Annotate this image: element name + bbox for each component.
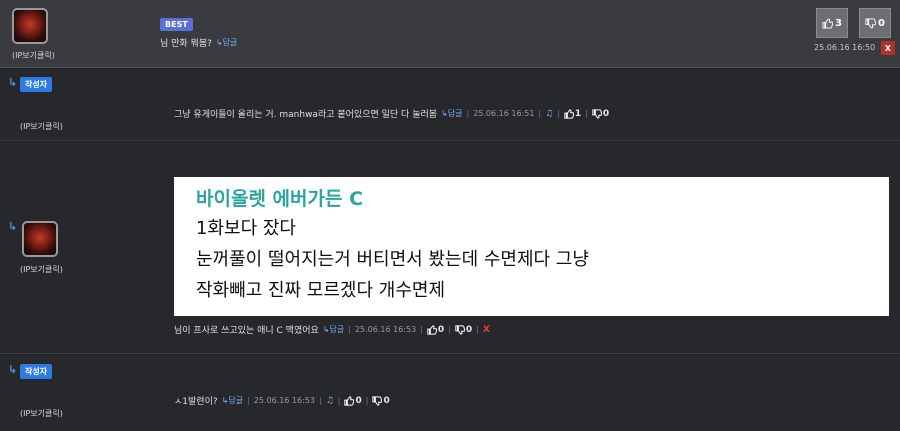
avatar[interactable] — [22, 221, 58, 257]
upvote-button[interactable]: 0 — [427, 325, 444, 335]
delete-button[interactable]: X — [881, 41, 895, 55]
downvote-button[interactable]: 0 — [592, 109, 609, 119]
comment-text: 님 만화 뭐봄? — [160, 39, 212, 49]
upvote-count: 0 — [355, 395, 362, 406]
downvote-count: 0 — [878, 17, 885, 29]
timestamp: 25.06.16 16:51 — [473, 109, 535, 118]
thumbs-down-icon — [865, 17, 877, 29]
downvote-count: 0 — [465, 324, 473, 335]
ip-view-link[interactable]: (IP보기클릭) — [20, 264, 63, 275]
comment-text: ㅅ1발련이? — [174, 397, 218, 407]
image-line: 작화빼고 진짜 모르겠다 개수면제 — [196, 280, 446, 301]
thumbs-down-icon — [592, 108, 602, 119]
upvote-count: 1 — [574, 108, 582, 119]
ip-view-link[interactable]: (IP보기클릭) — [20, 408, 63, 419]
timestamp: 25.06.16 16:50 — [814, 43, 876, 52]
reply-arrow-icon: ↳ — [8, 220, 18, 233]
comment-image[interactable]: 바이올렛 에버가든 C 1화보다 잤다 눈꺼풀이 떨어지는거 버티면서 봤는데 … — [174, 177, 889, 316]
comment-row: ↳ 작성자 (IP보기클릭) ㅅ1발련이? ↳답글 | 25.06.16 16:… — [0, 355, 900, 431]
best-badge: BEST — [160, 18, 193, 31]
timestamp: 25.06.16 16:53 — [354, 325, 417, 334]
downvote-count: 0 — [383, 395, 390, 406]
comment-row: ↳ 작성자 (IP보기클릭) 그냥 유게이들이 올리는 거. manhwa라고 … — [0, 69, 900, 141]
thumbs-down-icon — [372, 395, 383, 406]
timestamp: 25.06.16 16:53 — [253, 396, 315, 405]
thumbs-up-icon — [344, 395, 355, 406]
thumbs-up-icon — [564, 108, 574, 119]
upvote-count: 0 — [437, 324, 445, 335]
bell-icon[interactable]: ♫ — [545, 109, 553, 119]
downvote-button[interactable]: 0 — [859, 8, 891, 38]
comment-body: 그냥 유게이들이 올리는 거. manhwa라고 붙어있으면 일단 다 눌러봄 … — [174, 108, 610, 121]
delete-button[interactable]: X — [483, 325, 490, 335]
thumbs-up-icon — [822, 17, 834, 29]
downvote-count: 0 — [602, 108, 610, 119]
avatar[interactable] — [12, 8, 48, 44]
best-comment: (IP보기클릭) BEST 님 만화 뭐봄? ↳답글 3 0 25.06.16 … — [0, 0, 900, 68]
reply-arrow-icon: ↳ — [8, 76, 18, 89]
upvote-button[interactable]: 1 — [564, 109, 581, 119]
reply-button[interactable]: ↳답글 — [216, 37, 237, 48]
author-badge: 작성자 — [20, 77, 53, 92]
thumbs-up-icon — [427, 324, 437, 335]
upvote-button[interactable]: 3 — [816, 8, 848, 38]
image-title: 바이올렛 에버가든 C — [196, 188, 364, 210]
reply-arrow-icon: ↳ — [8, 363, 18, 376]
reply-button[interactable]: ↳답글 — [441, 108, 462, 119]
thumbs-down-icon — [455, 324, 465, 335]
upvote-button[interactable]: 0 — [344, 395, 362, 406]
ip-view-link[interactable]: (IP보기클릭) — [20, 121, 63, 132]
image-line: 눈꺼풀이 떨어지는거 버티면서 봤는데 수면제다 그냥 — [196, 249, 589, 270]
ip-view-link[interactable]: (IP보기클릭) — [12, 50, 55, 61]
comment-body: 님이 프사로 쓰고있는 애니 C 맥였어요 ↳답글 | 25.06.16 16:… — [174, 324, 490, 337]
comment-text: 그냥 유게이들이 올리는 거. manhwa라고 붙어있으면 일단 다 눌러봄 — [174, 110, 438, 120]
comment-body: 님 만화 뭐봄? ↳답글 — [160, 36, 237, 49]
bell-icon[interactable]: ♫ — [326, 396, 334, 406]
downvote-button[interactable]: 0 — [455, 325, 472, 335]
downvote-button[interactable]: 0 — [372, 395, 390, 406]
reply-button[interactable]: ↳답글 — [323, 324, 344, 335]
comment-text: 님이 프사로 쓰고있는 애니 C 맥였어요 — [174, 326, 319, 336]
reply-button[interactable]: ↳답글 — [222, 395, 243, 406]
comment-body: ㅅ1발련이? ↳답글 | 25.06.16 16:53 | ♫ | 0 | 0 — [174, 395, 390, 408]
upvote-count: 3 — [835, 17, 842, 29]
comment-row: ↳ (IP보기클릭) 바이올렛 에버가든 C 1화보다 잤다 눈꺼풀이 떨어지는… — [0, 142, 900, 354]
image-line: 1화보다 잤다 — [196, 218, 296, 239]
author-badge: 작성자 — [20, 364, 53, 379]
